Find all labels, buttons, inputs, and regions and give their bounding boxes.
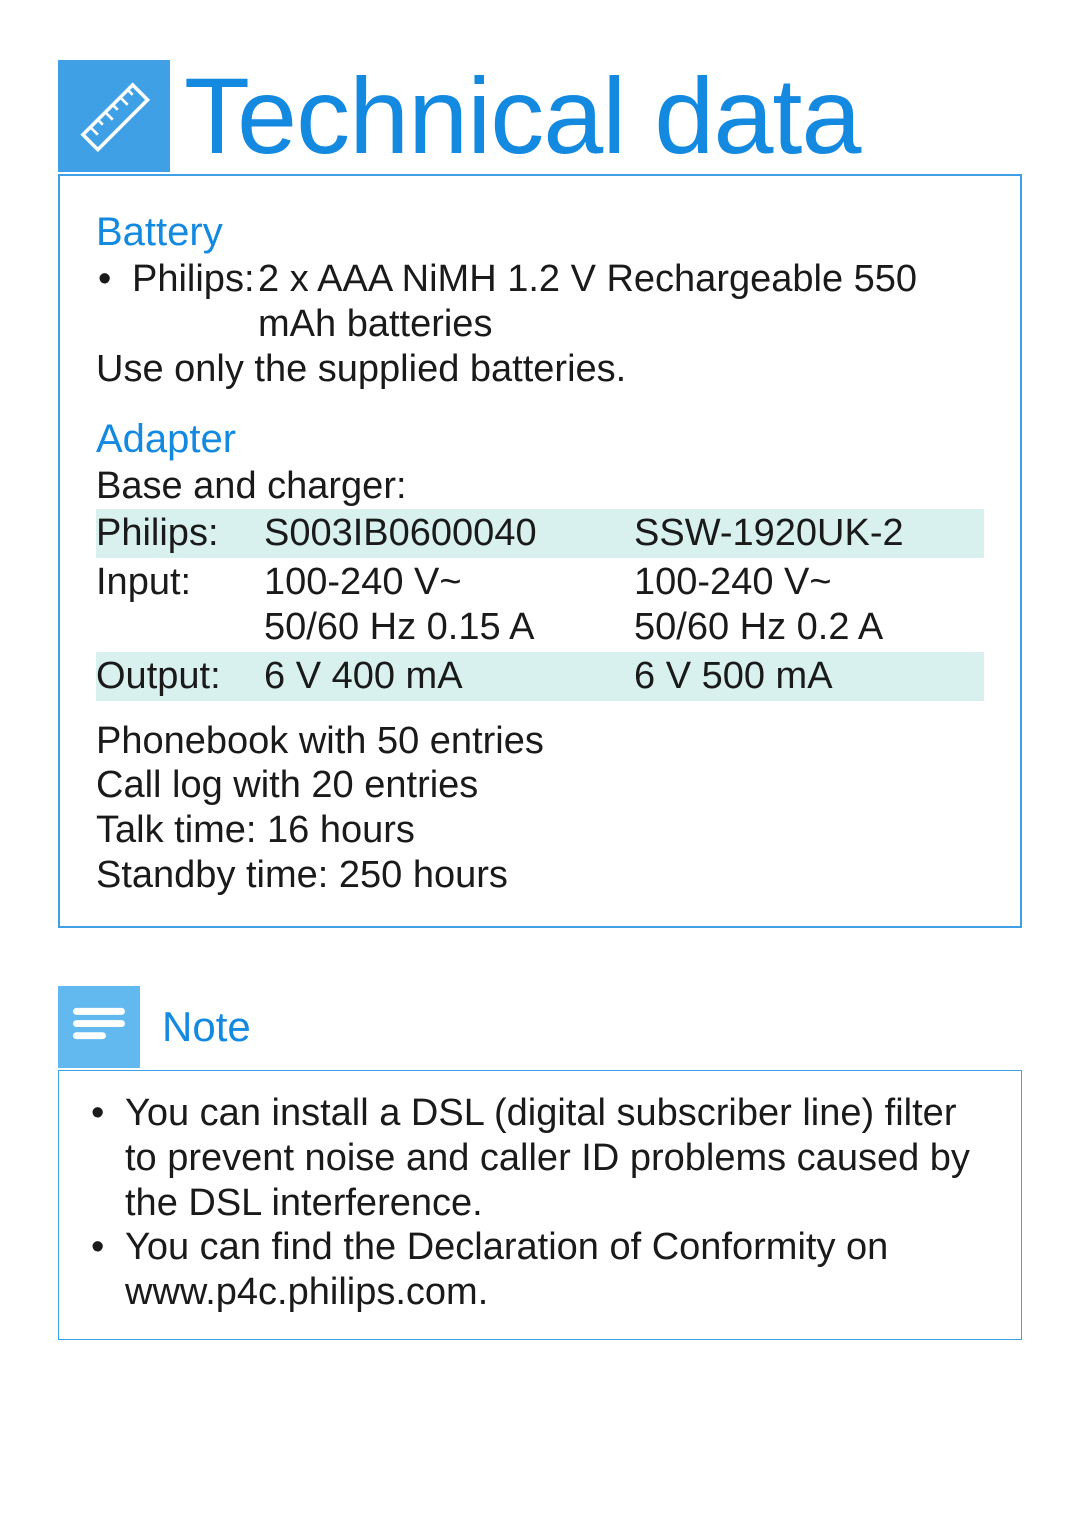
bullet-icon: • bbox=[91, 1225, 125, 1315]
adapter-row-col3: SSW-1920UK-2 bbox=[634, 509, 984, 558]
note-item-text: You can find the Declaration of Conformi… bbox=[125, 1225, 989, 1315]
adapter-row-label: Philips: bbox=[96, 509, 264, 558]
technical-data-box: Battery • Philips: 2 x AAA NiMH 1.2 V Re… bbox=[58, 174, 1022, 928]
adapter-row-col3: 6 V 500 mA bbox=[634, 652, 984, 701]
adapter-row-col2: S003IB0600040 bbox=[264, 509, 634, 558]
adapter-spec-table: Philips:S003IB0600040SSW-1920UK-2Input:1… bbox=[96, 509, 984, 700]
adapter-row-col3: 100-240 V~50/60 Hz 0.2 A bbox=[634, 558, 984, 652]
stat-line: Standby time: 250 hours bbox=[96, 853, 984, 898]
adapter-row-col2: 6 V 400 mA bbox=[264, 652, 634, 701]
note-heading: Note bbox=[162, 1003, 251, 1051]
bullet-icon: • bbox=[96, 257, 132, 347]
adapter-row: Input:100-240 V~50/60 Hz 0.15 A100-240 V… bbox=[96, 558, 984, 652]
stat-line: Talk time: 16 hours bbox=[96, 808, 984, 853]
note-box: •You can install a DSL (digital subscrib… bbox=[58, 1070, 1022, 1340]
page-title-row: Technical data bbox=[58, 60, 1022, 172]
note-item: •You can install a DSL (digital subscrib… bbox=[91, 1091, 989, 1225]
stats-block: Phonebook with 50 entriesCall log with 2… bbox=[96, 719, 984, 898]
battery-warning: Use only the supplied batteries. bbox=[96, 347, 984, 392]
adapter-row: Output:6 V 400 mA6 V 500 mA bbox=[96, 652, 984, 701]
adapter-subheading: Base and charger: bbox=[96, 464, 984, 509]
page-title: Technical data bbox=[184, 62, 860, 170]
adapter-row-label: Input: bbox=[96, 558, 264, 652]
adapter-heading: Adapter bbox=[96, 417, 984, 462]
battery-heading: Battery bbox=[96, 210, 984, 255]
battery-item-label: Philips: bbox=[132, 257, 258, 347]
battery-item: • Philips: 2 x AAA NiMH 1.2 V Rechargeab… bbox=[96, 257, 984, 347]
stat-line: Call log with 20 entries bbox=[96, 763, 984, 808]
adapter-row-col2: 100-240 V~50/60 Hz 0.15 A bbox=[264, 558, 634, 652]
note-item: •You can find the Declaration of Conform… bbox=[91, 1225, 989, 1315]
bullet-icon: • bbox=[91, 1091, 125, 1225]
adapter-row: Philips:S003IB0600040SSW-1920UK-2 bbox=[96, 509, 984, 558]
note-item-text: You can install a DSL (digital subscribe… bbox=[125, 1091, 989, 1225]
note-title-row: Note bbox=[58, 986, 1022, 1068]
ruler-icon bbox=[58, 60, 170, 172]
adapter-row-label: Output: bbox=[96, 652, 264, 701]
battery-item-text: 2 x AAA NiMH 1.2 V Rechargeable 550 mAh … bbox=[258, 257, 984, 347]
note-icon bbox=[58, 986, 140, 1068]
stat-line: Phonebook with 50 entries bbox=[96, 719, 984, 764]
